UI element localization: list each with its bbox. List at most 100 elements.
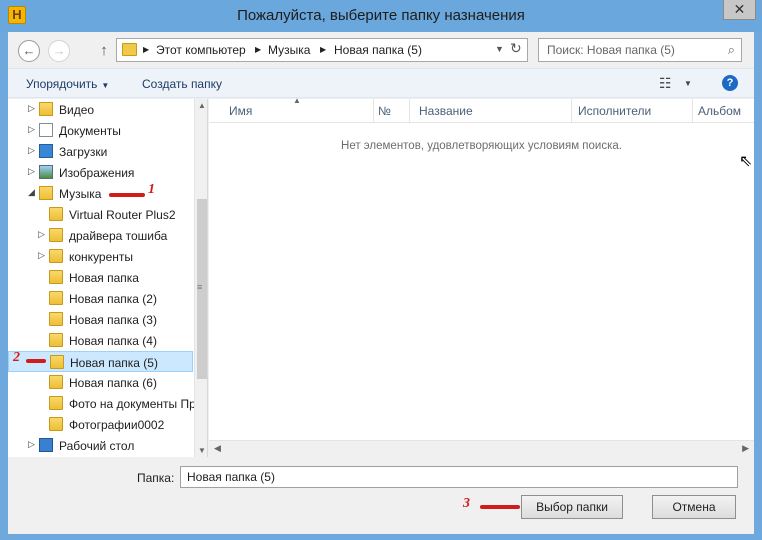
folder-label: Папка:: [137, 471, 175, 485]
window-title: Пожалуйста, выберите папку назначения: [237, 7, 525, 24]
tree-item[interactable]: ▷ Загрузки: [8, 141, 193, 162]
folder-icon: [49, 291, 63, 305]
tree-item[interactable]: Новая папка: [8, 267, 193, 288]
expand-arrow-icon[interactable]: ▷: [38, 229, 45, 240]
scroll-right-icon[interactable]: ▶: [742, 443, 749, 454]
breadcrumb-this-pc[interactable]: Этот компьютер: [156, 43, 246, 57]
close-button[interactable]: ✕: [723, 0, 756, 20]
tree-scrollbar[interactable]: ▲ ≡ ▼: [194, 99, 207, 457]
help-icon[interactable]: ?: [722, 75, 738, 91]
arrow-up-icon: ↑: [100, 42, 108, 59]
column-name[interactable]: Имя: [229, 104, 252, 118]
expand-arrow-icon[interactable]: ▷: [38, 250, 45, 261]
title-bar: H Пожалуйста, выберите папку назначения …: [0, 0, 762, 32]
folder-name-field[interactable]: Новая папка (5): [180, 466, 738, 488]
column-divider[interactable]: [409, 99, 410, 123]
grip-icon: ≡: [197, 282, 203, 292]
column-divider[interactable]: [692, 99, 693, 123]
tree-item[interactable]: Virtual Router Plus2: [8, 204, 193, 225]
annotation-number: 1: [148, 182, 155, 197]
column-title[interactable]: Название: [419, 104, 473, 118]
tree-item[interactable]: ▷ конкуренты: [8, 246, 193, 267]
column-album[interactable]: Альбом: [698, 104, 741, 118]
scroll-down-icon[interactable]: ▼: [198, 446, 206, 455]
tree-item[interactable]: ▷ Документы: [8, 120, 193, 141]
annotation-marker: [26, 359, 46, 363]
annotation-marker: [109, 193, 145, 197]
music-folder-icon: [39, 186, 53, 200]
tree-item[interactable]: Новая папка (4): [8, 330, 193, 351]
cancel-button[interactable]: Отмена: [652, 495, 736, 519]
chevron-down-icon: ▼: [101, 81, 110, 90]
search-input[interactable]: [539, 39, 714, 61]
column-divider[interactable]: [373, 99, 374, 123]
tree-item-label: Изображения: [59, 166, 135, 180]
organize-button[interactable]: Упорядочить ▼: [26, 77, 109, 91]
folder-icon: [49, 417, 63, 431]
breadcrumb-separator-icon: ▶: [320, 45, 327, 54]
tree-item-label: Фотографии0002: [69, 418, 165, 432]
tree-item[interactable]: ◢ Музыка: [8, 183, 193, 204]
folder-icon: [49, 333, 63, 347]
tree-item[interactable]: Новая папка (3): [8, 309, 193, 330]
horizontal-scrollbar[interactable]: ◀ ▶: [209, 440, 754, 457]
folder-icon: [49, 312, 63, 326]
chevron-down-icon[interactable]: ▼: [495, 44, 504, 54]
select-folder-button[interactable]: Выбор папки: [521, 495, 623, 519]
tree-item-label: Рабочий стол: [59, 439, 135, 453]
expand-arrow-icon[interactable]: ▷: [28, 145, 35, 156]
tree-item-label: Новая папка (5): [70, 356, 158, 370]
breadcrumb-separator-icon: ▶: [143, 45, 150, 54]
command-bar: Упорядочить ▼ Создать папку ☷ ▼ ?: [8, 68, 754, 98]
expand-arrow-icon[interactable]: ▷: [28, 103, 35, 114]
new-folder-button[interactable]: Создать папку: [142, 77, 222, 91]
tree-item[interactable]: Новая папка (6): [8, 372, 193, 393]
folder-icon: [49, 207, 63, 221]
dialog-body: ← → ↑ ▶ Этот компьютер ▶ Музыка ▶ Новая …: [8, 32, 754, 534]
mouse-cursor-icon: ⇖: [739, 153, 753, 170]
column-divider[interactable]: [571, 99, 572, 123]
empty-list-message: Нет элементов, удовлетворяющих условиям …: [341, 140, 622, 152]
tree-item[interactable]: ▷ Рабочий стол: [8, 435, 193, 456]
tree-item-label: Фото на документы Пр: [69, 397, 196, 411]
navigation-tree: ▷ Видео ▷ Документы ▷ Загрузки ▷ Изображения ◢ Му…: [8, 99, 208, 457]
up-button[interactable]: ↑: [96, 40, 112, 62]
forward-button[interactable]: →: [48, 40, 70, 62]
dialog-window: H Пожалуйста, выберите папку назначения …: [0, 0, 762, 540]
column-number[interactable]: №: [378, 104, 391, 118]
downloads-icon: [39, 144, 53, 158]
annotation-number: 2: [13, 350, 20, 365]
address-bar[interactable]: ▶ Этот компьютер ▶ Музыка ▶ Новая папка …: [116, 38, 528, 62]
expand-arrow-icon[interactable]: ▷: [28, 439, 35, 450]
folder-icon: [50, 355, 64, 369]
expanded-arrow-icon[interactable]: ◢: [28, 187, 35, 198]
breadcrumb-music[interactable]: Музыка: [268, 43, 310, 57]
tree-item[interactable]: ▷ Видео: [8, 99, 193, 120]
tree-item[interactable]: Фото на документы Пр: [8, 393, 196, 414]
folder-icon: [49, 228, 63, 242]
refresh-icon[interactable]: ↻: [510, 40, 522, 57]
search-box[interactable]: ⌕: [538, 38, 742, 62]
view-options-icon[interactable]: ☷: [659, 75, 672, 92]
expand-arrow-icon[interactable]: ▷: [28, 124, 35, 135]
documents-icon: [39, 123, 53, 137]
arrow-right-icon: →: [52, 43, 66, 58]
tree-item-label: Новая папка (2): [69, 292, 157, 306]
tree-item-label: Новая папка: [69, 271, 139, 285]
tree-item[interactable]: Новая папка (2): [8, 288, 193, 309]
column-artists[interactable]: Исполнители: [578, 104, 651, 118]
tree-item[interactable]: ▷ драйвера тошиба: [8, 225, 193, 246]
back-button[interactable]: ←: [18, 40, 40, 62]
tree-item-label: Новая папка (6): [69, 376, 157, 390]
column-header-row: ▲ Имя № Название Исполнители Альбом: [209, 96, 754, 123]
tree-item[interactable]: ▷ Изображения: [8, 162, 193, 183]
scroll-left-icon[interactable]: ◀: [214, 443, 221, 454]
tree-item[interactable]: Фотографии0002: [8, 414, 193, 435]
breadcrumb-current-folder[interactable]: Новая папка (5): [334, 43, 422, 57]
pictures-icon: [39, 165, 53, 179]
search-icon[interactable]: ⌕: [728, 42, 735, 58]
scroll-up-icon[interactable]: ▲: [198, 101, 206, 110]
chevron-down-icon[interactable]: ▼: [684, 79, 692, 88]
folder-icon: [122, 43, 137, 56]
expand-arrow-icon[interactable]: ▷: [28, 166, 35, 177]
